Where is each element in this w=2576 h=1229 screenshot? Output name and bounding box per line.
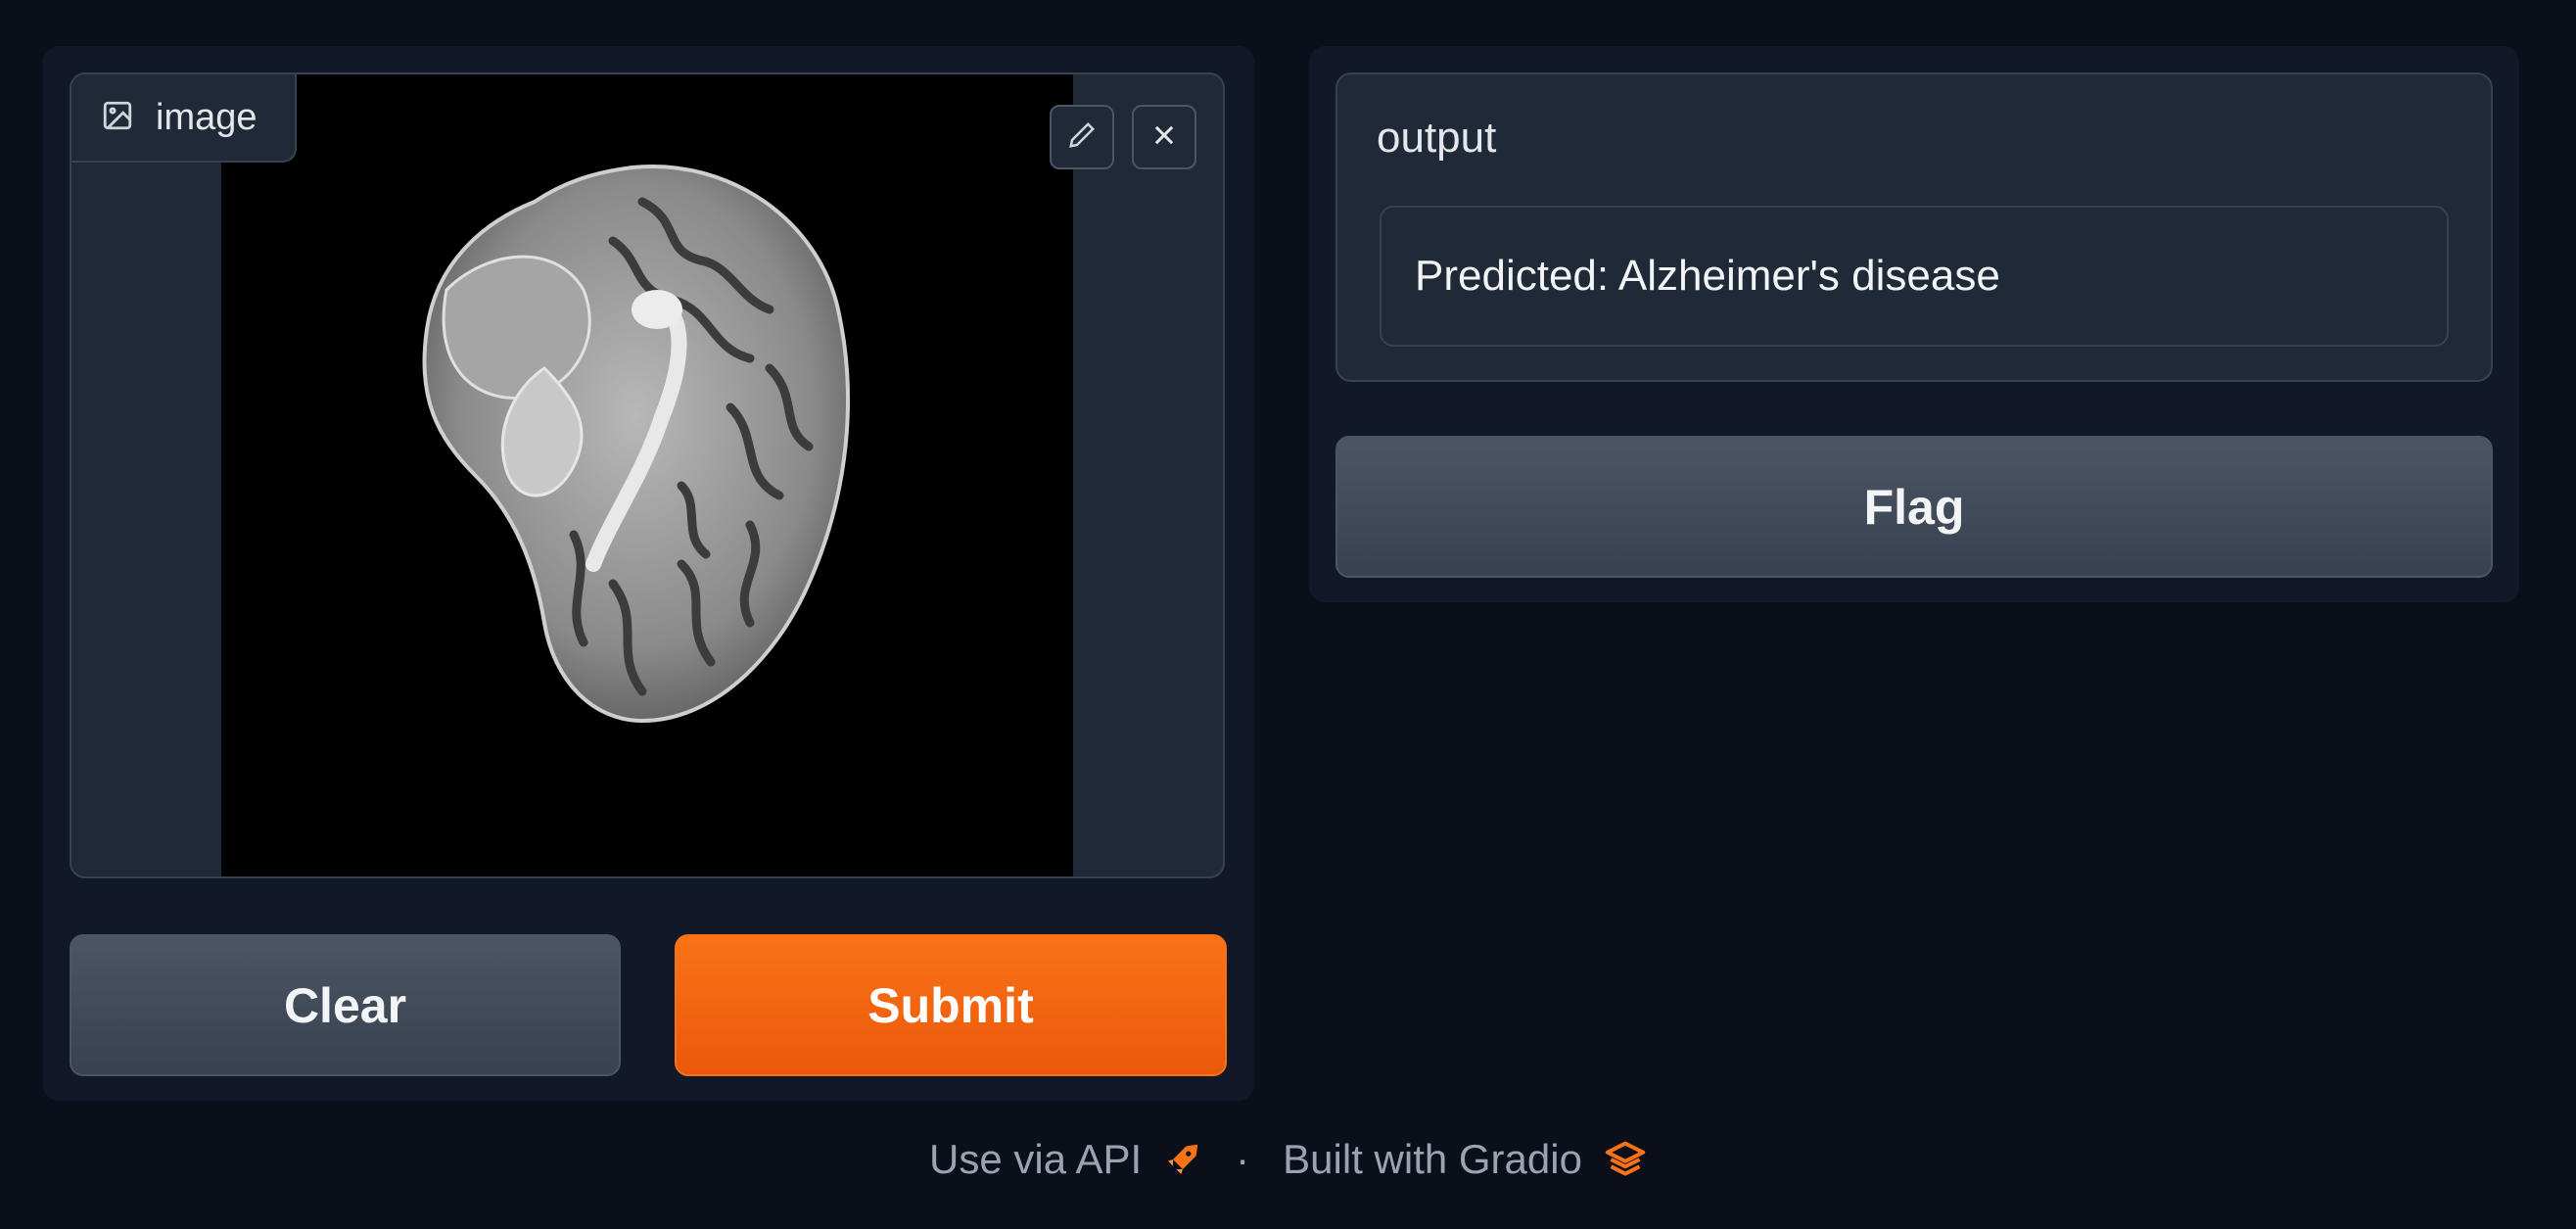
uploaded-brain-mri-image — [221, 74, 1073, 876]
flag-button[interactable]: Flag — [1335, 436, 2493, 578]
built-with-gradio-link[interactable]: Built with Gradio — [1283, 1136, 1582, 1183]
remove-image-button[interactable] — [1132, 105, 1196, 169]
output-textbox[interactable]: Predicted: Alzheimer's disease — [1380, 206, 2449, 347]
submit-button[interactable]: Submit — [675, 934, 1227, 1076]
rocket-icon — [1163, 1140, 1202, 1179]
footer-separator: · — [1236, 1136, 1250, 1182]
image-label-text: image — [156, 96, 258, 138]
image-icon — [101, 99, 134, 137]
image-input-label: image — [71, 74, 297, 163]
output-textbox-block: output Predicted: Alzheimer's disease — [1335, 72, 2493, 382]
use-via-api-link[interactable]: Use via API — [929, 1136, 1142, 1183]
pencil-icon — [1067, 120, 1097, 155]
edit-image-button[interactable] — [1050, 105, 1114, 169]
image-input[interactable]: image — [70, 72, 1225, 878]
clear-button[interactable]: Clear — [70, 934, 621, 1076]
footer: Use via API · Built with Gradio — [0, 1136, 2576, 1183]
output-label: output — [1377, 114, 1497, 162]
gradio-logo-icon — [1604, 1140, 1647, 1179]
close-icon — [1150, 121, 1178, 154]
